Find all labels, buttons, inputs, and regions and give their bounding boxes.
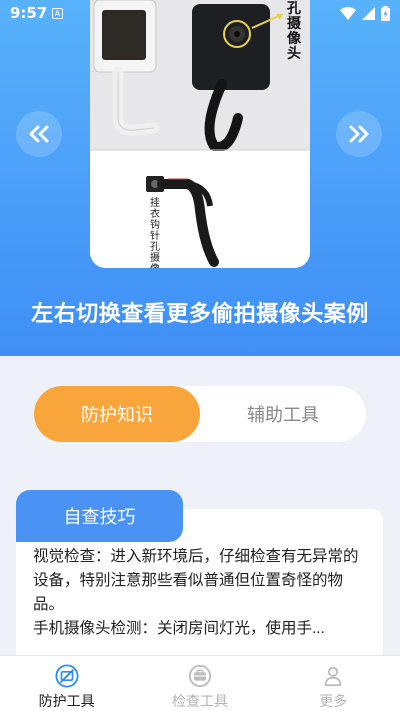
- image-vertical-caption: 挂 衣 钩 针 孔 摄 像: [150, 198, 160, 268]
- signal-icon: [362, 7, 375, 20]
- nav-protection-tools[interactable]: 防护工具: [0, 656, 133, 711]
- carousel-prev-button[interactable]: [16, 111, 62, 157]
- nav-more[interactable]: 更多: [267, 656, 400, 711]
- status-time: 9:57: [10, 4, 48, 22]
- card-content: 视觉检查：进入新环境后，仔细检查有无异常的设备，特别注意那些看似普通但位置奇怪的…: [33, 545, 373, 641]
- card-badge: 自查技巧: [16, 490, 183, 542]
- image-side-label: 孔 摄 像 头: [287, 1, 301, 62]
- nav-label: 防护工具: [38, 694, 95, 710]
- shield-camera-icon: [55, 664, 79, 688]
- tip-paragraph: 视觉检查：进入新环境后，仔细检查有无异常的设备，特别注意那些看似普通但位置奇怪的…: [33, 548, 359, 613]
- status-icons: [340, 6, 390, 21]
- person-icon: [325, 666, 342, 687]
- toolbox-icon: [188, 664, 212, 688]
- chevron-double-right-icon: [349, 125, 369, 143]
- nav-label: 更多: [319, 694, 348, 710]
- tab-protection-knowledge[interactable]: 防护知识: [34, 386, 200, 442]
- carousel-next-button[interactable]: [336, 111, 382, 157]
- wifi-icon: [340, 7, 356, 20]
- bottom-navigation: 防护工具 检查工具 更多: [0, 655, 400, 711]
- tab-helper-tools[interactable]: 辅助工具: [200, 386, 366, 442]
- tab-switcher: 防护知识 辅助工具: [34, 386, 366, 442]
- hero-banner: 9:57 A 孔 摄 像 头 挂 衣 钩 针 孔 摄 左右切换查看更多偷拍摄像头…: [0, 0, 400, 356]
- hook-camera-photo: [90, 0, 310, 268]
- nav-check-tools[interactable]: 检查工具: [133, 656, 266, 711]
- battery-icon: [381, 6, 390, 21]
- nav-label: 检查工具: [171, 694, 228, 710]
- chevron-double-left-icon: [29, 125, 49, 143]
- notification-icon: A: [52, 8, 63, 19]
- hero-caption: 左右切换查看更多偷拍摄像头案例: [31, 302, 369, 327]
- camera-case-image[interactable]: 孔 摄 像 头 挂 衣 钩 针 孔 摄 像: [90, 0, 310, 268]
- tip-paragraph: 手机摄像头检测：关闭房间灯光，使用手...: [33, 620, 325, 637]
